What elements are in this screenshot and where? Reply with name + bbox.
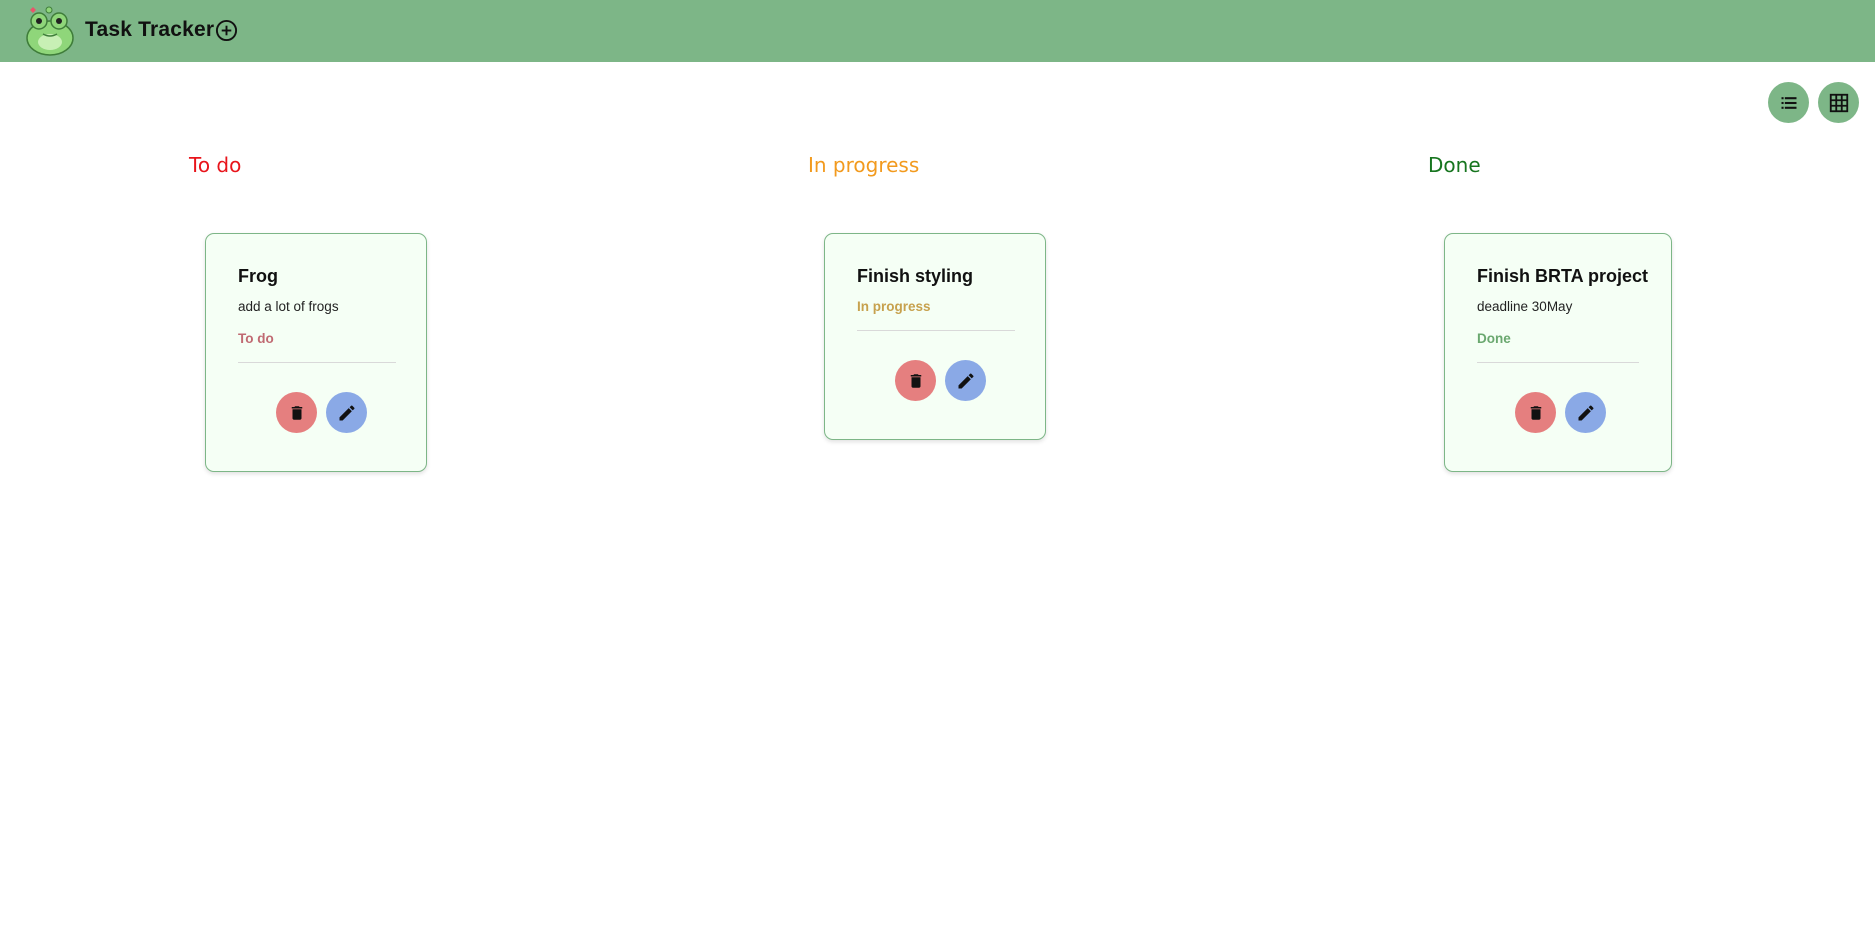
column-title-done: Done	[1428, 153, 1481, 177]
list-view-button[interactable]	[1768, 82, 1809, 123]
task-description: deadline 30May	[1477, 299, 1573, 314]
task-card: Frog add a lot of frogs To do	[205, 233, 427, 472]
task-status: In progress	[857, 299, 931, 314]
delete-task-button[interactable]	[1515, 392, 1556, 433]
edit-task-button[interactable]	[326, 392, 367, 433]
pencil-icon	[1578, 404, 1594, 420]
card-divider	[857, 330, 1015, 331]
grid-view-button[interactable]	[1818, 82, 1859, 123]
card-divider	[1477, 362, 1639, 363]
app-title: Task Tracker	[85, 18, 215, 41]
add-task-button[interactable]	[215, 19, 238, 42]
delete-task-button[interactable]	[276, 392, 317, 433]
task-title: Finish styling	[857, 266, 974, 286]
delete-task-button[interactable]	[895, 360, 936, 401]
trash-icon	[1530, 405, 1541, 420]
pencil-icon	[958, 372, 974, 388]
edit-task-button[interactable]	[945, 360, 986, 401]
trash-icon	[910, 373, 921, 388]
column-title-todo: To do	[189, 153, 242, 177]
grid-icon	[1829, 93, 1848, 112]
edit-task-button[interactable]	[1565, 392, 1606, 433]
column-title-in-progress: In progress	[808, 153, 920, 177]
task-status: Done	[1477, 331, 1511, 346]
task-title: Frog	[238, 266, 278, 286]
task-title: Finish BRTA project	[1477, 266, 1648, 286]
task-description: add a lot of frogs	[238, 299, 339, 314]
card-divider	[238, 362, 396, 363]
list-icon	[1781, 96, 1796, 109]
pencil-icon	[339, 404, 355, 420]
task-status: To do	[238, 331, 274, 346]
frog-logo-icon	[26, 6, 74, 56]
trash-icon	[291, 405, 302, 420]
app-header: Task Tracker	[0, 0, 1875, 62]
task-card: Finish styling In progress	[824, 233, 1046, 440]
task-card: Finish BRTA project deadline 30May Done	[1444, 233, 1672, 472]
